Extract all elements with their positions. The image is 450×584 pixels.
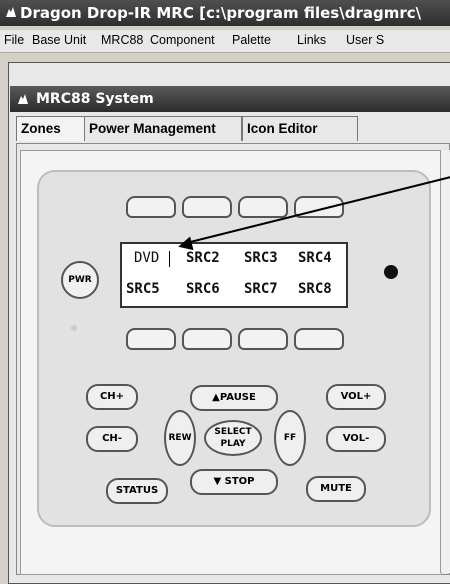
lcd-source-label[interactable]: SRC3 [244, 250, 278, 266]
power-button[interactable]: PWR [61, 261, 99, 299]
menu-file[interactable]: File [4, 33, 24, 47]
ch-up-button[interactable]: CH+ [86, 384, 138, 410]
soft-key-top-2[interactable] [182, 196, 232, 218]
rew-button[interactable]: REW [164, 410, 196, 466]
child-window-title: MRC88 System [36, 91, 154, 107]
app-title: Dragon Drop-IR MRC [c:\program files\dra… [20, 4, 422, 22]
menu-palette[interactable]: Palette [232, 33, 271, 47]
lcd-source-label[interactable]: SRC8 [298, 281, 332, 297]
soft-key-bottom-2[interactable] [182, 328, 232, 350]
text-caret [169, 251, 170, 267]
soft-key-top-3[interactable] [238, 196, 288, 218]
lcd-source-label[interactable]: SRC2 [186, 250, 220, 266]
status-button[interactable]: STATUS [106, 478, 168, 504]
ch-down-button[interactable]: CH- [86, 426, 138, 452]
soft-key-bottom-1[interactable] [126, 328, 176, 350]
lcd-display: DVD SRC2 SRC3 SRC4 SRC5 SRC6 SRC7 SRC8 [120, 242, 348, 308]
lcd-source-label[interactable]: SRC6 [186, 281, 220, 297]
soft-key-bottom-3[interactable] [238, 328, 288, 350]
lcd-source-label[interactable]: SRC5 [126, 281, 160, 297]
menu-mrc88[interactable]: MRC88 [101, 33, 143, 47]
menu-base-unit[interactable]: Base Unit [32, 33, 86, 47]
select-label: SELECT [214, 427, 252, 437]
ff-button[interactable]: FF [274, 410, 306, 466]
lcd-source-label-editing[interactable]: DVD [134, 250, 159, 266]
lcd-source-label[interactable]: SRC4 [298, 250, 332, 266]
stop-button[interactable]: ▼ STOP [190, 469, 278, 495]
tab-zones[interactable]: Zones [16, 116, 86, 141]
select-play-button[interactable]: SELECT PLAY [204, 420, 262, 456]
vol-up-button[interactable]: VOL+ [326, 384, 386, 410]
menu-links[interactable]: Links [297, 33, 326, 47]
tab-icon-editor[interactable]: Icon Editor [242, 116, 358, 141]
soft-key-top-1[interactable] [126, 196, 176, 218]
dragon-icon [18, 94, 28, 104]
child-window-title-bar[interactable]: MRC88 System [10, 86, 450, 112]
menu-user-settings[interactable]: User S [346, 33, 384, 47]
play-label: PLAY [220, 439, 246, 449]
mute-button[interactable]: MUTE [306, 476, 366, 502]
ir-led [71, 325, 77, 331]
menu-component[interactable]: Component [150, 33, 215, 47]
vol-down-button[interactable]: VOL- [326, 426, 386, 452]
status-led [384, 265, 398, 279]
soft-key-bottom-4[interactable] [294, 328, 344, 350]
tab-power-management[interactable]: Power Management [84, 116, 242, 141]
menu-bar: File Base Unit MRC88 Component Palette L… [0, 30, 450, 53]
pause-button[interactable]: ▲PAUSE [190, 385, 278, 411]
lcd-source-label[interactable]: SRC7 [244, 281, 278, 297]
right-panel-edge [440, 150, 450, 573]
dragon-icon [6, 7, 16, 17]
app-title-bar[interactable]: Dragon Drop-IR MRC [c:\program files\dra… [0, 0, 450, 26]
